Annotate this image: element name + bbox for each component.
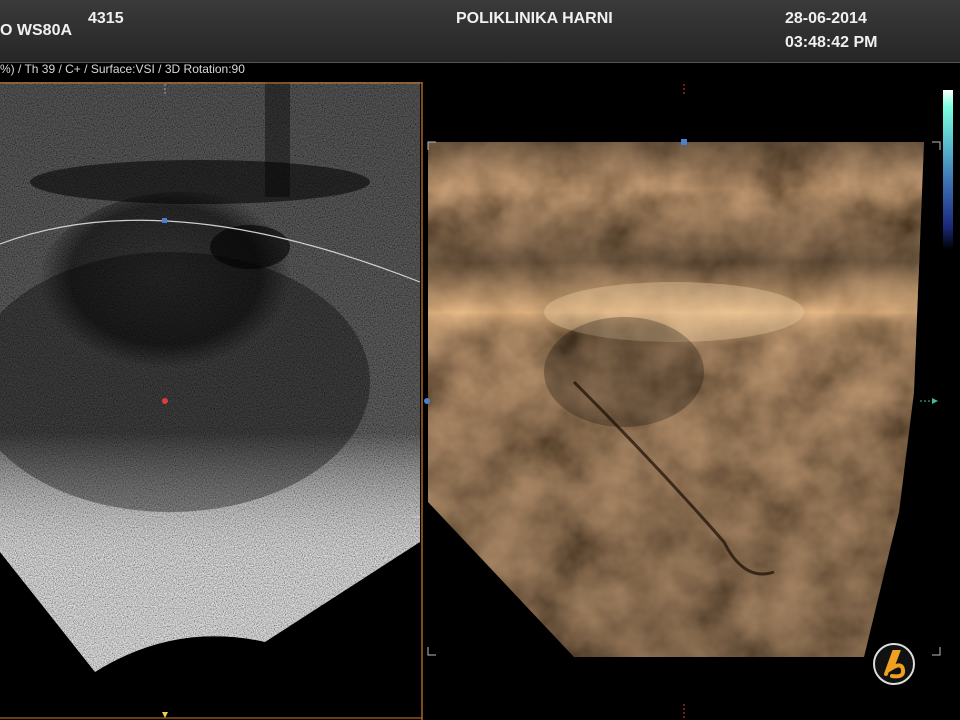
color-scale-bar: [943, 90, 953, 250]
ultrasound-2d-view[interactable]: [0, 82, 424, 720]
samsung-medison-logo-icon: [872, 642, 916, 686]
institution-name: POLIKLINIKA HARNI: [456, 10, 613, 27]
header-bar: O WS80A 4315 POLIKLINIKA HARNI 28-06-201…: [0, 0, 960, 63]
exam-time: 03:48:42 PM: [785, 34, 878, 51]
ultrasound-2d-image: [0, 82, 423, 720]
patient-id: 4315: [88, 10, 124, 27]
device-model: O WS80A: [0, 22, 73, 39]
ultrasound-3d-render: [424, 84, 941, 718]
scan-params-line: %) / Th 39 / C+ / Surface:VSI / 3D Rotat…: [0, 62, 245, 76]
ultrasound-3d-view[interactable]: [424, 82, 960, 720]
exam-date: 28-06-2014: [785, 10, 867, 27]
